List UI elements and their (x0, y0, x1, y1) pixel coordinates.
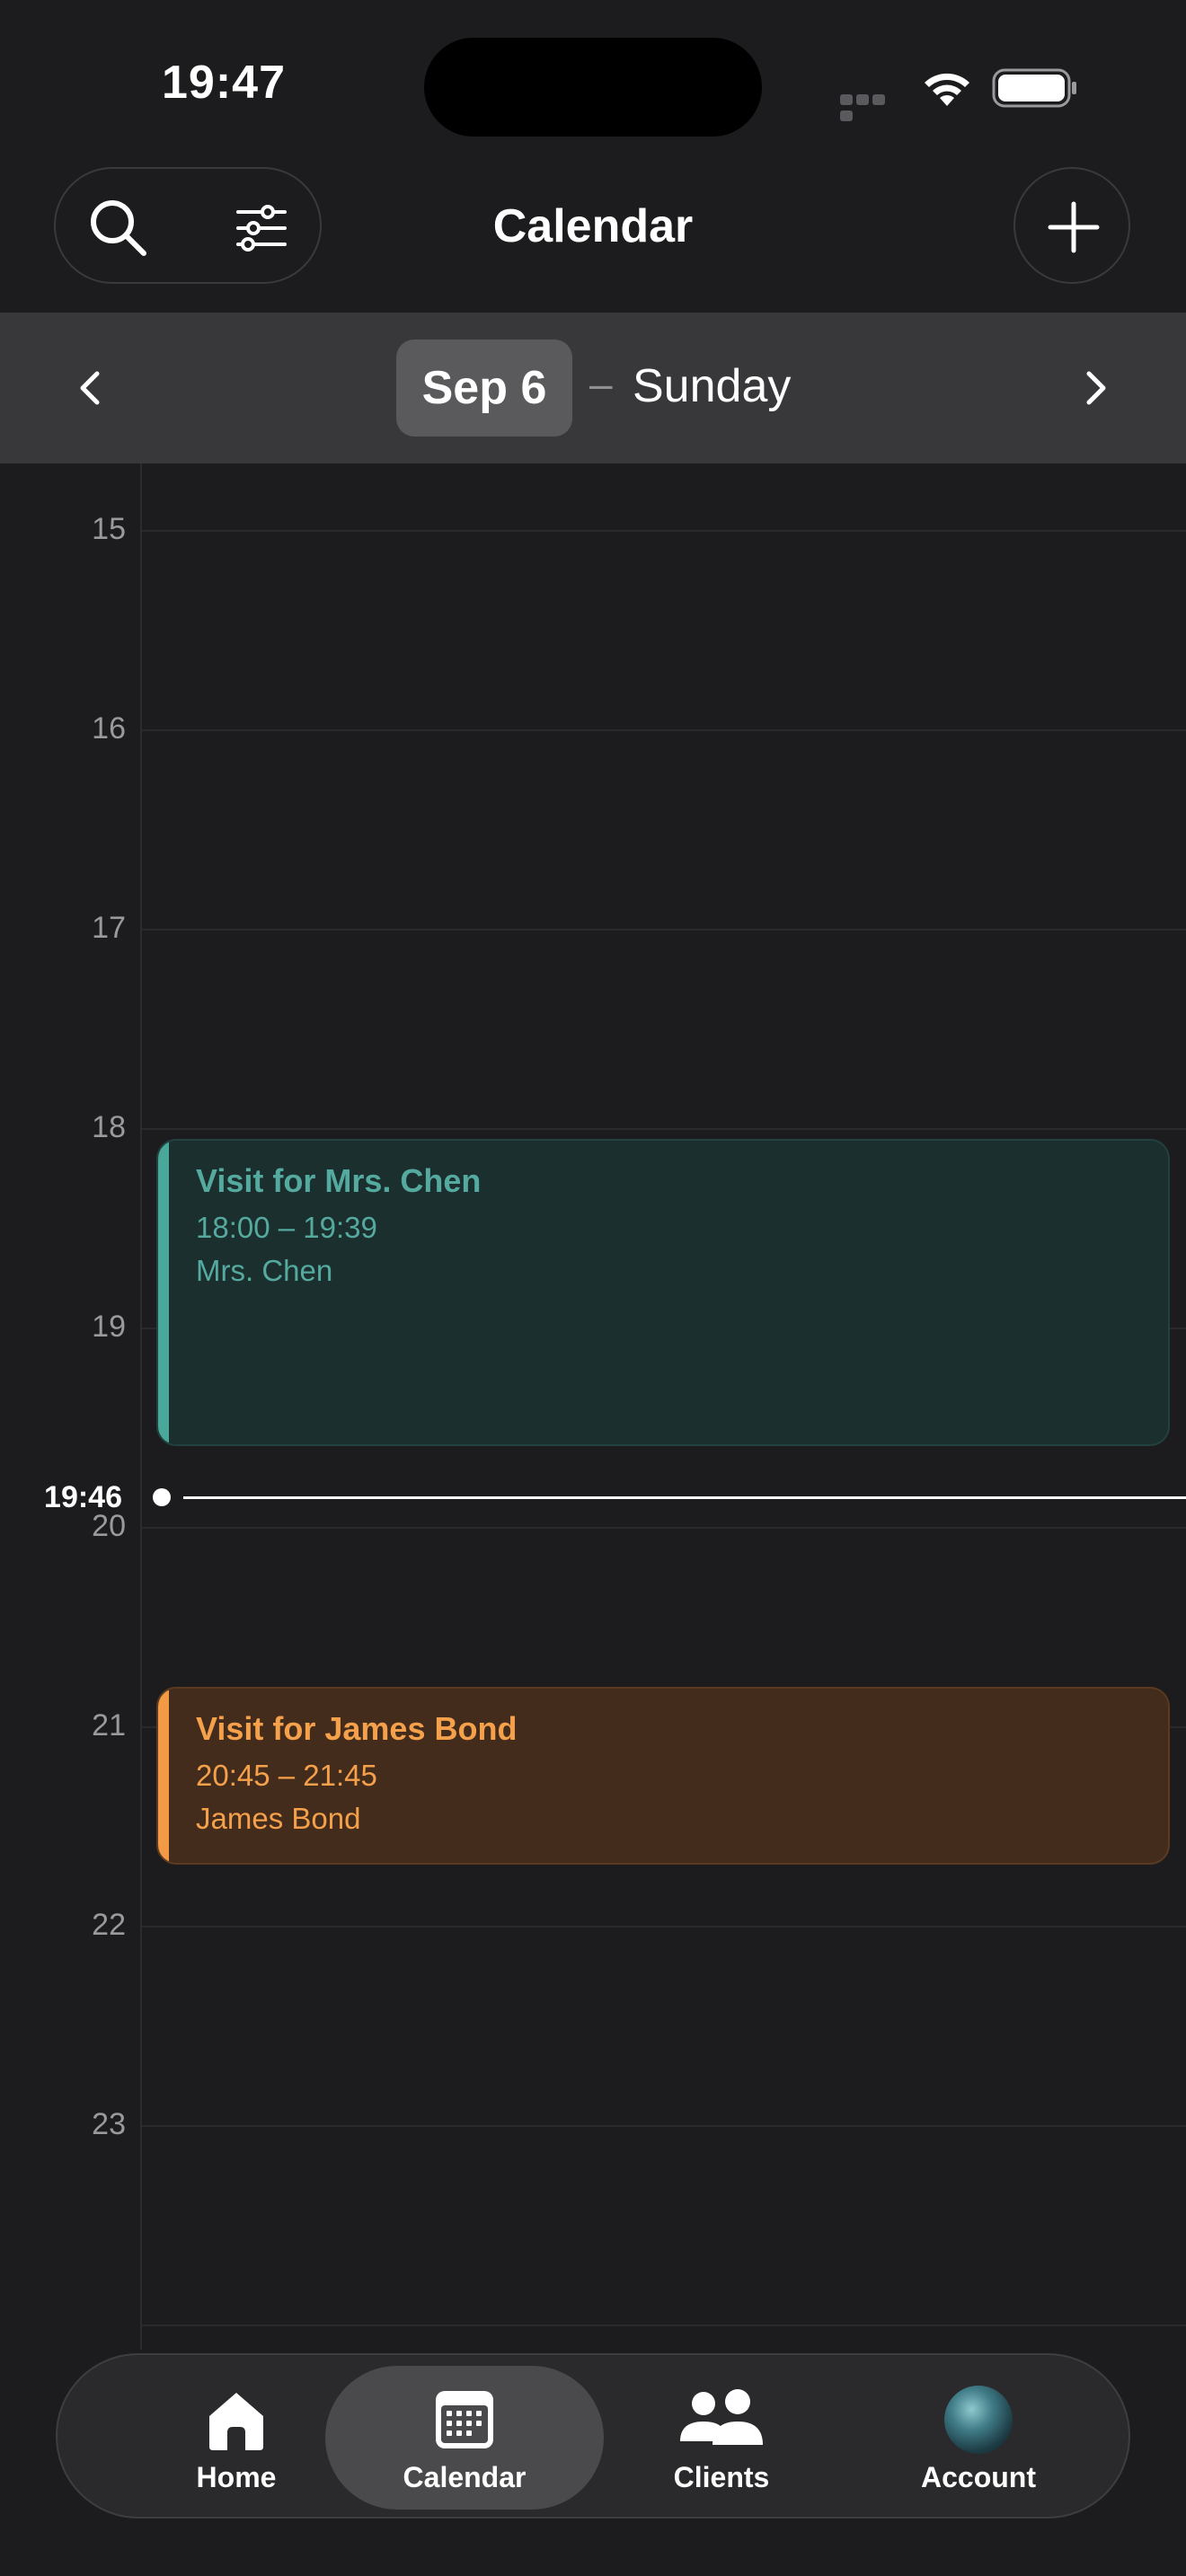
day-timeline[interactable]: 15 16 17 18 19 20 21 22 23 Visit for Mrs… (0, 463, 1186, 2350)
hour-label: 18 (92, 1110, 126, 1144)
hour-label: 23 (92, 2107, 126, 2141)
current-time-label: 19:46 (44, 1480, 122, 1514)
calendar-icon (436, 2391, 493, 2448)
hour-gridline (142, 929, 1186, 931)
tab-account[interactable]: Account (839, 2366, 1118, 2510)
event-time: 20:45 – 21:45 (196, 1759, 377, 1792)
event-client: Mrs. Chen (196, 1254, 333, 1287)
current-time-dot (153, 1488, 171, 1506)
tab-label: Account (921, 2461, 1036, 2493)
tab-label: Calendar (403, 2461, 527, 2493)
hour-gridline (142, 1926, 1186, 1928)
event-card[interactable]: Visit for Mrs. Chen 18:00 – 19:39 Mrs. C… (156, 1139, 1170, 1446)
hour-label: 22 (92, 1908, 126, 1942)
hour-gridline (142, 1128, 1186, 1130)
add-button[interactable] (1013, 167, 1130, 284)
plus-icon (1048, 201, 1100, 253)
date-weekday: Sunday (633, 360, 792, 412)
status-bar: 19:47 (0, 0, 1186, 162)
event-title: Visit for Mrs. Chen (196, 1162, 482, 1199)
hour-gridline (142, 530, 1186, 532)
status-time: 19:47 (162, 57, 286, 109)
hour-gridline (142, 2325, 1186, 2326)
hour-gridline (142, 1527, 1186, 1529)
event-color-bar (158, 1141, 169, 1444)
hour-label: 16 (92, 711, 126, 745)
wifi-icon (925, 73, 969, 106)
header: Calendar (0, 162, 1186, 314)
event-color-bar (158, 1689, 169, 1863)
tab-bar: Home Calendar Clients Account (56, 2353, 1130, 2519)
hour-gridline (142, 2125, 1186, 2127)
hour-label: 15 (92, 512, 126, 546)
hour-gridline (142, 729, 1186, 731)
event-client: James Bond (196, 1802, 361, 1835)
hour-label: 17 (92, 911, 126, 945)
home-icon (209, 2393, 263, 2450)
cellular-signal-icon (840, 93, 903, 121)
date-navigator: Sep 6 – Sunday (0, 313, 1186, 463)
hour-label: 19 (92, 1310, 126, 1344)
chevron-right-icon[interactable] (1069, 361, 1123, 415)
tab-clients[interactable]: Clients (582, 2366, 861, 2510)
chevron-left-icon[interactable] (63, 361, 117, 415)
tab-label: Clients (673, 2461, 770, 2493)
event-time: 18:00 – 19:39 (196, 1211, 377, 1244)
avatar (944, 2386, 1013, 2454)
dynamic-island (424, 38, 762, 137)
current-time-line (183, 1496, 1186, 1499)
event-title: Visit for James Bond (196, 1710, 518, 1747)
time-axis-line (140, 463, 142, 2350)
page-title: Calendar (492, 200, 694, 252)
date-chip[interactable]: Sep 6 (396, 340, 572, 437)
date-separator: – (589, 360, 613, 407)
hour-label: 21 (92, 1708, 126, 1742)
battery-icon (992, 68, 1076, 108)
tab-calendar[interactable]: Calendar (325, 2366, 604, 2510)
event-card[interactable]: Visit for James Bond 20:45 – 21:45 James… (156, 1687, 1170, 1865)
clients-icon (680, 2389, 763, 2445)
